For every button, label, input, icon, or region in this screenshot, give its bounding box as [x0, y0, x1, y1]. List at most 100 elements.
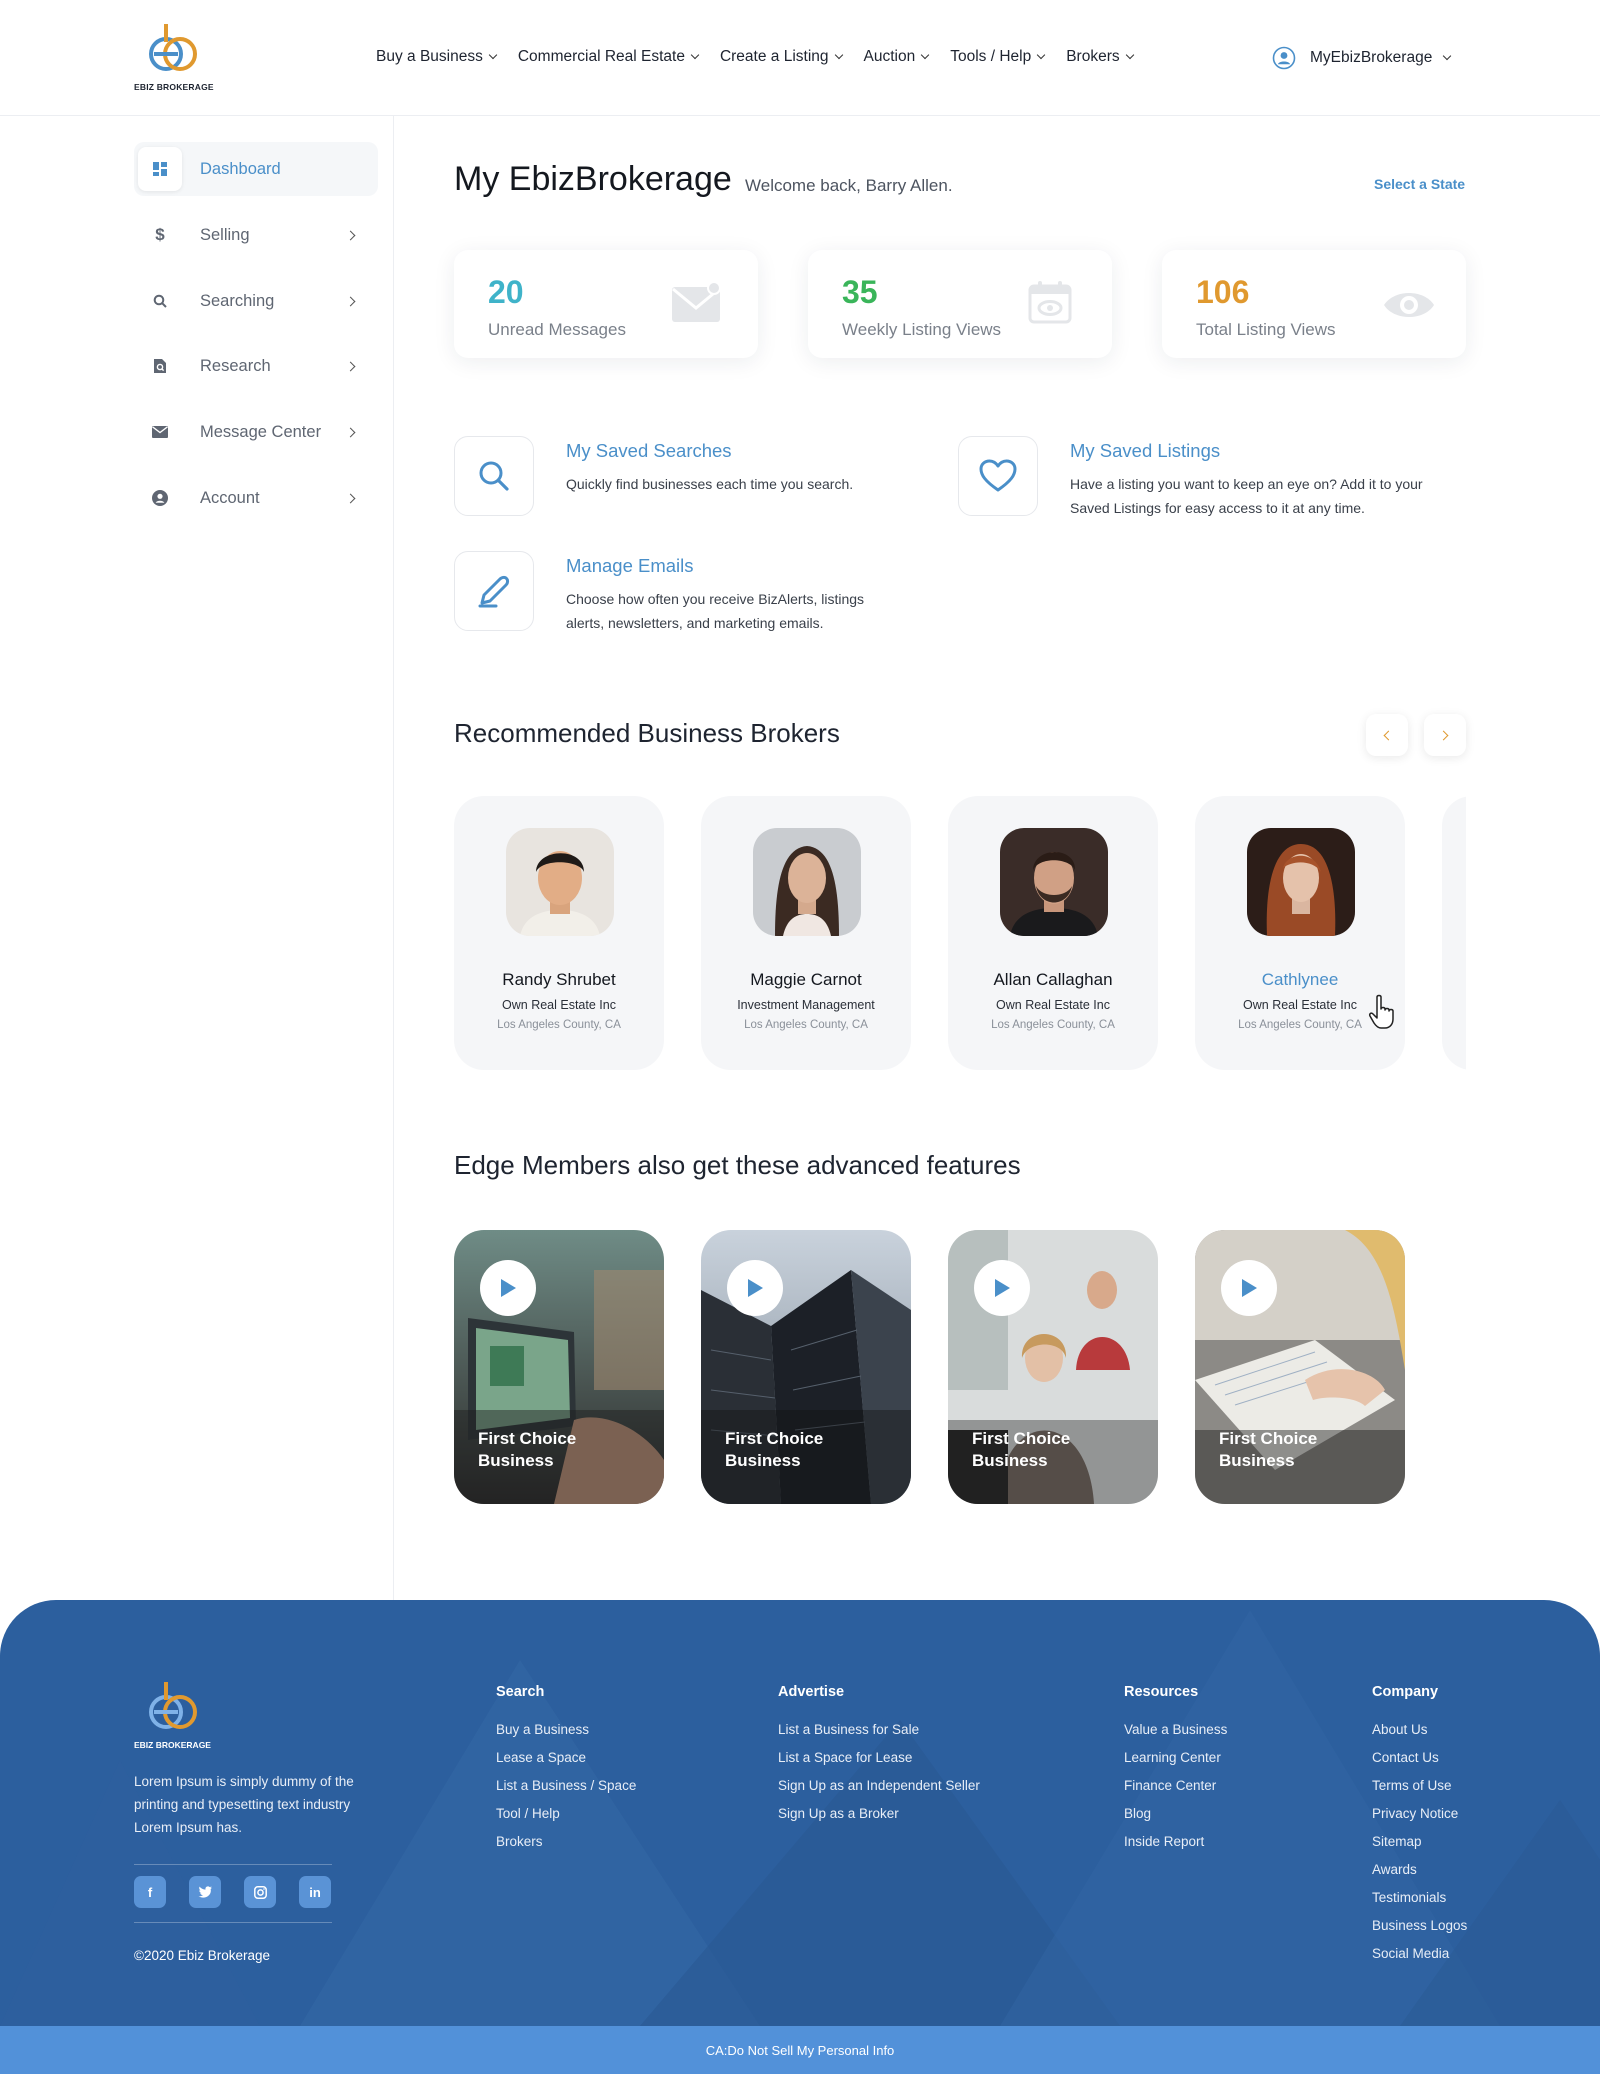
broker-card[interactable]: Maggie Carnot Investment Management Los …	[701, 796, 911, 1070]
user-menu[interactable]: MyEbizBrokerage	[1272, 46, 1452, 70]
chevron-right-icon	[345, 361, 356, 371]
nav-create-a-listing[interactable]: Create a Listing	[719, 48, 843, 66]
play-button[interactable]	[1221, 1260, 1277, 1316]
footer-link[interactable]: Brokers	[496, 1828, 636, 1856]
play-button[interactable]	[974, 1260, 1030, 1316]
feature-title-link[interactable]: My Saved Searches	[566, 440, 732, 462]
footer-link[interactable]: Privacy Notice	[1372, 1800, 1467, 1828]
footer-column-title: Advertise	[778, 1684, 845, 1700]
nav-auction[interactable]: Auction	[863, 48, 930, 66]
footer-link[interactable]: Tool / Help	[496, 1800, 636, 1828]
sidebar-item-research[interactable]: Research	[134, 339, 378, 393]
sidebar-item-label: Account	[200, 488, 260, 507]
footer-link[interactable]: List a Space for Lease	[778, 1744, 980, 1772]
footer-link[interactable]: Learning Center	[1124, 1744, 1227, 1772]
stat-card-total-listing-views[interactable]: 106 Total Listing Views	[1162, 250, 1466, 358]
broker-card-partial[interactable]	[1442, 796, 1466, 1070]
search-icon	[479, 461, 509, 491]
footer-link[interactable]: Sign Up as a Broker	[778, 1800, 980, 1828]
twitter-icon[interactable]	[189, 1876, 221, 1908]
saved-searches-button[interactable]	[454, 436, 534, 516]
select-state-link[interactable]: Select a State	[1374, 176, 1465, 192]
footer-link[interactable]: Inside Report	[1124, 1828, 1227, 1856]
stat-label: Weekly Listing Views	[842, 320, 1002, 339]
footer-link[interactable]: Value a Business	[1124, 1716, 1227, 1744]
footer-link[interactable]: Buy a Business	[496, 1716, 636, 1744]
instagram-icon[interactable]	[244, 1876, 276, 1908]
footer-link[interactable]: Blog	[1124, 1800, 1227, 1828]
broker-location: Los Angeles County, CA	[497, 1019, 621, 1031]
footer-link[interactable]: Awards	[1372, 1856, 1467, 1884]
footer-link[interactable]: Lease a Space	[496, 1744, 636, 1772]
account-icon	[138, 476, 182, 520]
footer-link[interactable]: Contact Us	[1372, 1744, 1467, 1772]
chevron-right-icon	[345, 296, 356, 306]
document-search-icon	[138, 344, 182, 388]
sidebar-item-label: Research	[200, 356, 271, 375]
brokers-prev-button[interactable]	[1366, 714, 1408, 756]
feature-description: Quickly find businesses each time you se…	[566, 476, 854, 492]
play-icon	[1242, 1279, 1257, 1297]
chevron-down-icon	[920, 50, 930, 60]
chevron-right-icon	[345, 230, 356, 240]
facebook-icon[interactable]: f	[134, 1876, 166, 1908]
stat-value: 106	[1196, 274, 1250, 310]
linkedin-icon[interactable]: in	[299, 1876, 331, 1908]
broker-name: Allan Callaghan	[993, 970, 1113, 989]
do-not-sell-link[interactable]: CA:Do Not Sell My Personal Info	[706, 2043, 895, 2058]
play-button[interactable]	[480, 1260, 536, 1316]
broker-card[interactable]: Randy Shrubet Own Real Estate Inc Los An…	[454, 796, 664, 1070]
stat-card-unread-messages[interactable]: 20 Unread Messages	[454, 250, 758, 358]
nav-buy-a-business[interactable]: Buy a Business	[376, 48, 498, 66]
nav-label: Create a Listing	[719, 48, 829, 65]
mail-icon	[672, 282, 721, 322]
footer-link[interactable]: Social Media	[1372, 1940, 1467, 1968]
play-icon	[995, 1279, 1010, 1297]
feature-title-link[interactable]: My Saved Listings	[1070, 440, 1220, 462]
broker-card[interactable]: Allan Callaghan Own Real Estate Inc Los …	[948, 796, 1158, 1070]
nav-label: Buy a Business	[376, 48, 483, 65]
footer-link[interactable]: List a Business for Sale	[778, 1716, 980, 1744]
footer-link[interactable]: Terms of Use	[1372, 1772, 1467, 1800]
sidebar-item-label: Searching	[200, 291, 275, 310]
video-title: First Choice Business	[972, 1429, 1071, 1470]
footer-link[interactable]: Testimonials	[1372, 1884, 1467, 1912]
dollar-icon: $	[155, 225, 165, 244]
brokers-next-button[interactable]	[1424, 714, 1466, 756]
video-card[interactable]: First Choice Business	[1195, 1230, 1405, 1504]
stat-value: 20	[488, 274, 524, 310]
brand-logo[interactable]: EBIZ BROKERAGE	[134, 22, 214, 94]
nav-commercial-real-estate[interactable]: Commercial Real Estate	[518, 48, 700, 66]
footer-link[interactable]: Business Logos	[1372, 1912, 1467, 1940]
footer-link[interactable]: Sign Up as an Independent Seller	[778, 1772, 980, 1800]
broker-avatar	[753, 828, 861, 936]
nav-label: Brokers	[1066, 48, 1120, 65]
sidebar-item-dashboard[interactable]: Dashboard	[134, 142, 378, 196]
video-card[interactable]: First Choice Business	[701, 1230, 911, 1504]
footer-link[interactable]: List a Business / Space	[496, 1772, 636, 1800]
play-icon	[748, 1279, 763, 1297]
footer-link[interactable]: About Us	[1372, 1716, 1467, 1744]
sidebar-item-selling[interactable]: $ Selling	[134, 208, 378, 262]
manage-emails-button[interactable]	[454, 551, 534, 631]
video-card[interactable]: First Choice Business	[948, 1230, 1158, 1504]
nav-label: Auction	[863, 48, 916, 65]
sidebar-item-label: Message Center	[200, 422, 322, 441]
footer-column-company: Company About Us Contact Us Terms of Use…	[1372, 1684, 1467, 1968]
footer-link[interactable]: Finance Center	[1124, 1772, 1227, 1800]
sidebar-item-message-center[interactable]: Message Center	[134, 405, 378, 459]
stat-card-weekly-listing-views[interactable]: 35 Weekly Listing Views	[808, 250, 1112, 358]
video-card[interactable]: First Choice Business	[454, 1230, 664, 1504]
footer-logo[interactable]: EBIZ BROKERAGE	[134, 1680, 214, 1752]
saved-listings-button[interactable]	[958, 436, 1038, 516]
sidebar-item-searching[interactable]: Searching	[134, 274, 378, 328]
footer-column-title: Resources	[1124, 1684, 1199, 1700]
nav-brokers[interactable]: Brokers	[1066, 48, 1134, 66]
nav-tools-help[interactable]: Tools / Help	[950, 48, 1046, 66]
footer-bottom-bar: CA:Do Not Sell My Personal Info	[0, 2026, 1600, 2074]
play-button[interactable]	[727, 1260, 783, 1316]
feature-title-link[interactable]: Manage Emails	[566, 555, 694, 577]
footer-link[interactable]: Sitemap	[1372, 1828, 1467, 1856]
broker-company: Investment Management	[737, 998, 875, 1012]
sidebar-item-account[interactable]: Account	[134, 471, 378, 525]
